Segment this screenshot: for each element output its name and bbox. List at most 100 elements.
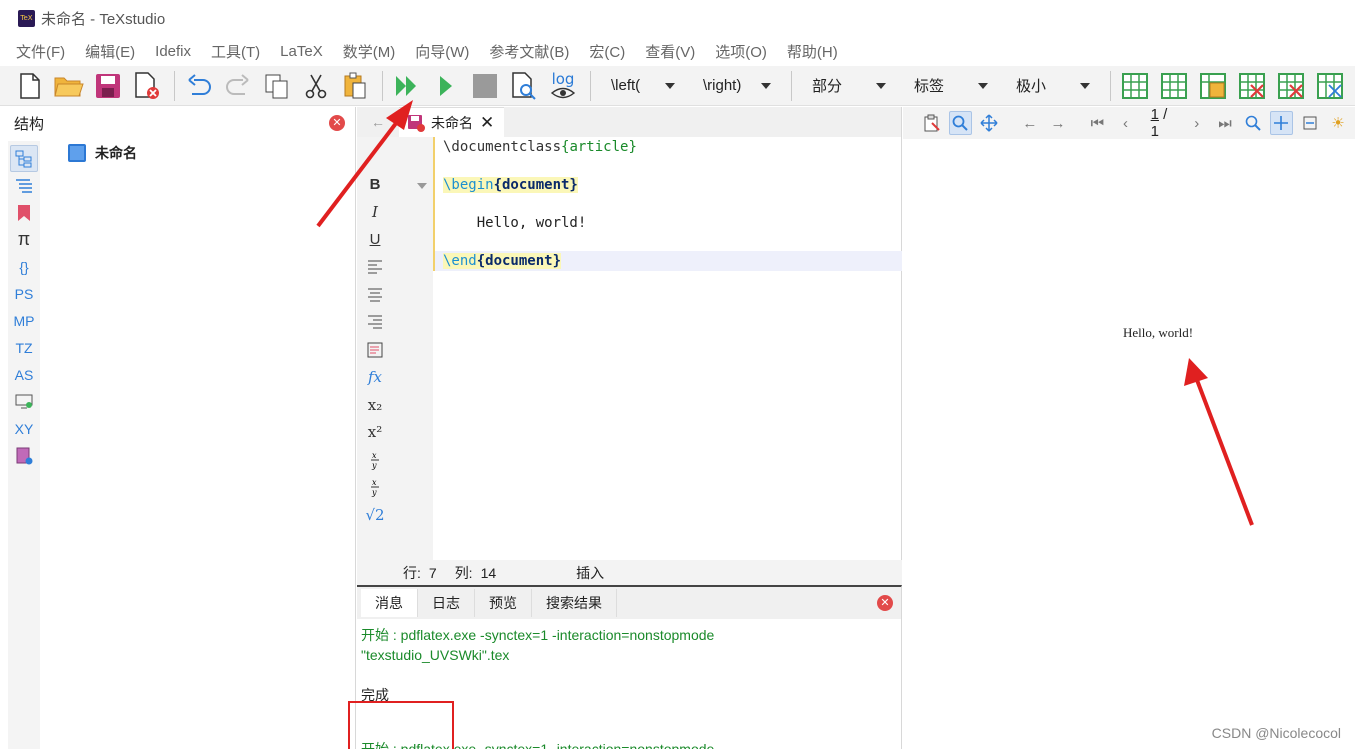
table-delete-column-button[interactable] [1273,68,1309,104]
new-file-button[interactable] [12,68,48,104]
bookmark-icon[interactable] [10,199,38,226]
menu-view[interactable]: 查看(V) [645,41,695,62]
menu-latex[interactable]: LaTeX [280,43,323,60]
structure-panel-title: 结构 [14,115,45,133]
underline-button[interactable]: U [360,226,390,254]
menu-bar: 文件(F) 编辑(E) Idefix 工具(T) LaTeX 数学(M) 向导(… [0,38,1355,64]
table-add-row-button[interactable] [1156,68,1192,104]
first-page-icon[interactable]: ⏮ [1086,111,1108,135]
as-symbols-icon[interactable]: AS [10,361,38,388]
align-center-button[interactable] [360,281,390,309]
cut-button[interactable] [298,68,334,104]
fit-width-icon[interactable] [1299,111,1321,135]
chevron-down-icon [876,82,886,89]
log-icon: log [551,70,575,88]
tab-preview[interactable]: 预览 [475,589,532,617]
close-tab-icon[interactable]: ✕ [480,113,494,133]
tab-messages[interactable]: 消息 [361,589,418,617]
menu-idefix[interactable]: Idefix [155,43,191,60]
xy-symbols-icon[interactable]: XY [10,415,38,442]
structure-tree-icon[interactable] [10,145,38,172]
title-bar: TeX 未命名 - TeXstudio [0,0,1355,36]
view-pdf-button[interactable] [506,68,542,104]
menu-file[interactable]: 文件(F) [16,41,65,62]
menu-bibliography[interactable]: 参考文献(B) [489,41,569,62]
menu-options[interactable]: 选项(O) [715,41,767,62]
table-delete-row-button[interactable] [1234,68,1270,104]
pan-tool-icon[interactable] [978,111,1000,135]
zoom-in-icon[interactable] [1242,111,1264,135]
table-button[interactable] [1117,68,1153,104]
build-and-view-button[interactable] [389,68,425,104]
subscript-button[interactable]: x₂ [360,391,390,419]
pi-symbol-icon[interactable]: π [10,226,38,253]
structure-tree-root[interactable]: 未命名 [68,143,137,163]
side-icon-bar: π {} PS MP TZ AS XY [8,141,40,749]
open-file-button[interactable] [51,68,87,104]
next-page-icon[interactable]: › [1186,111,1208,135]
last-page-icon[interactable]: ⏭ [1214,111,1236,135]
previous-page-icon[interactable]: ‹ [1114,111,1136,135]
sqrt-button[interactable]: √2 [360,501,390,529]
redo-button[interactable] [220,68,256,104]
tz-symbols-icon[interactable]: TZ [10,334,38,361]
table-icon [1161,72,1187,99]
close-file-button[interactable] [129,68,165,104]
label-combo[interactable]: 标签 [900,71,996,101]
fraction-button[interactable]: xy [360,446,390,474]
settings-sun-icon[interactable]: ☀ [1327,111,1349,135]
forward-arrow-icon[interactable]: → [1047,111,1069,135]
menu-help[interactable]: 帮助(H) [787,41,838,62]
unsaved-file-icon [408,114,425,132]
dfrac-icon: xy [371,478,379,497]
paste-button[interactable] [337,68,373,104]
menu-wizards[interactable]: 向导(W) [415,41,469,62]
menu-macros[interactable]: 宏(C) [589,41,625,62]
save-button[interactable] [90,68,126,104]
back-arrow-icon[interactable]: ← [1019,111,1041,135]
undo-button[interactable] [181,68,217,104]
page-indicator[interactable]: 1 / 1 [1151,106,1178,140]
section-combo[interactable]: 部分 [798,71,894,101]
table-paste-button[interactable] [1195,68,1231,104]
bold-button[interactable]: B [360,171,390,199]
code-editor[interactable]: \documentclass{article} \begin{document}… [433,137,902,560]
pdf-toolbar: ← → ⏮ ‹ 1 / 1 › ⏭ ☀ [903,106,1355,140]
copy-button[interactable] [259,68,295,104]
align-left-button[interactable] [360,254,390,282]
dfrac-button[interactable]: xy [360,474,390,502]
fit-page-icon[interactable] [1270,111,1293,135]
math-formula-button[interactable]: fx [360,364,390,392]
braces-icon[interactable]: {} [10,253,38,280]
fold-arrow-icon[interactable] [417,183,427,189]
ps-symbols-icon[interactable]: PS [10,280,38,307]
mp-symbols-icon[interactable]: MP [10,307,38,334]
table-cut-button[interactable] [1312,68,1348,104]
superscript-button[interactable]: x² [360,419,390,447]
italic-button[interactable]: I [360,199,390,227]
menu-edit[interactable]: 编辑(E) [85,41,135,62]
clipboard-icon[interactable] [921,111,943,135]
insert-text-button[interactable] [360,336,390,364]
tab-search-results[interactable]: 搜索结果 [532,589,617,617]
toc-icon[interactable] [10,172,38,199]
view-log-button[interactable]: log [545,68,581,104]
align-right-button[interactable] [360,309,390,337]
preview-screen-icon[interactable] [10,388,38,415]
zoom-tool-icon[interactable] [949,111,972,135]
right-delimiter-combo[interactable]: \right) [689,71,779,101]
font-size-combo[interactable]: 极小 [1002,71,1098,101]
menu-tools[interactable]: 工具(T) [211,41,260,62]
left-delimiter-combo[interactable]: \left( [597,71,683,101]
tab-log[interactable]: 日志 [418,589,475,617]
close-panel-icon[interactable]: ✕ [329,115,345,131]
close-panel-icon[interactable]: ✕ [877,595,893,611]
compile-button[interactable] [428,68,464,104]
font-size-label: 极小 [1016,78,1047,95]
stop-button[interactable] [467,68,503,104]
code-line-current: \end{document} [433,251,902,271]
menu-math[interactable]: 数学(M) [343,41,396,62]
tab-untitled[interactable]: 未命名 ✕ [399,107,505,137]
tab-back-arrow-icon[interactable]: ← [357,114,399,130]
template-icon[interactable] [10,442,38,469]
